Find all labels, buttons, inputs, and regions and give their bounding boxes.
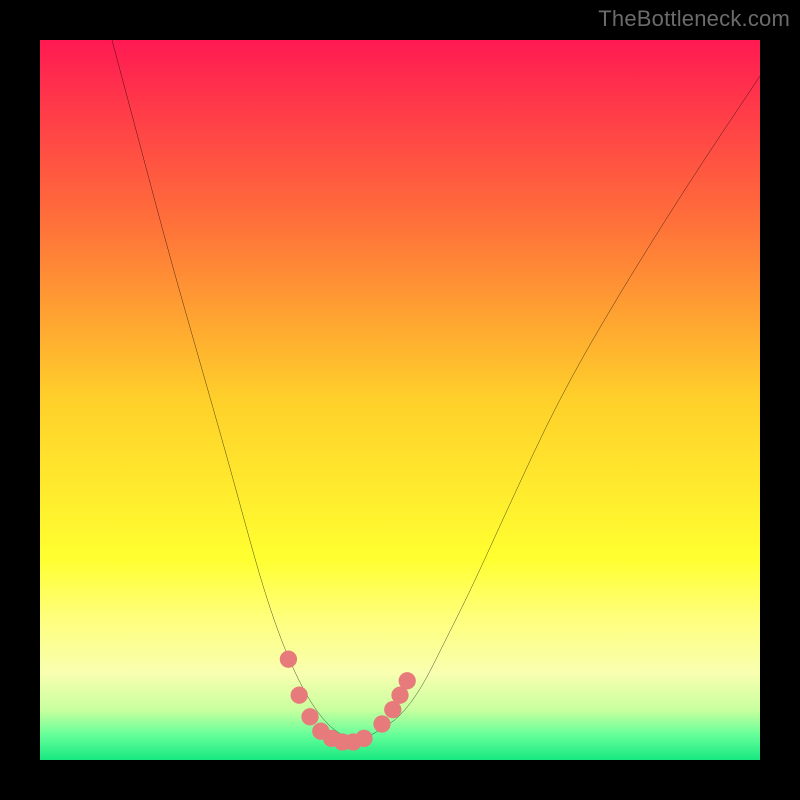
bottleneck-curve [40, 40, 760, 760]
marker-dot [291, 687, 308, 704]
marker-dot [373, 715, 390, 732]
watermark-text: TheBottleneck.com [598, 6, 790, 32]
marker-dot [280, 651, 297, 668]
marker-dot [399, 672, 416, 689]
chart-frame: TheBottleneck.com [0, 0, 800, 800]
marker-dot [355, 730, 372, 747]
marker-dot [301, 708, 318, 725]
plot-area [40, 40, 760, 760]
